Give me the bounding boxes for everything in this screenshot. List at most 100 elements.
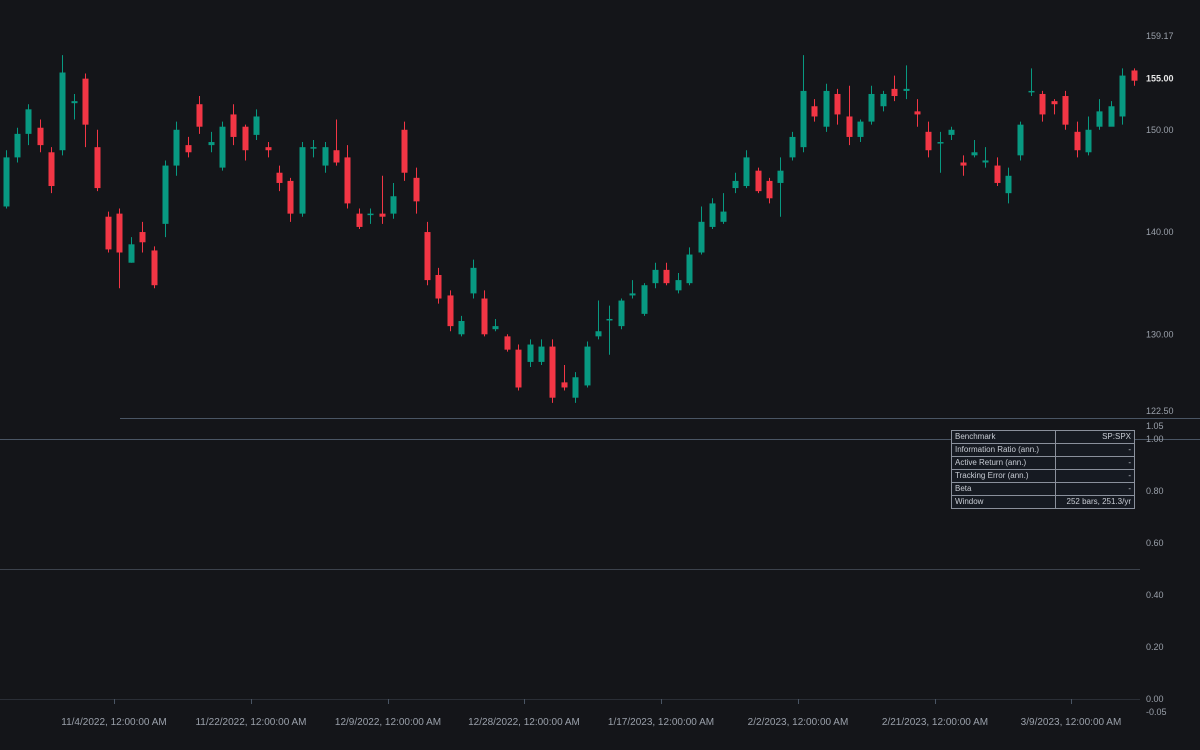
candle-body — [652, 269, 659, 284]
candle — [732, 172, 739, 194]
candle-body — [846, 116, 853, 137]
candle — [71, 93, 78, 120]
x-tick-label: 2/21/2023, 12:00:00 AM — [882, 717, 988, 728]
candle — [253, 109, 260, 141]
candle-body — [618, 300, 625, 327]
candle-body — [401, 129, 408, 173]
candle-body — [834, 93, 841, 115]
candle — [629, 280, 636, 299]
candle-body — [265, 147, 272, 151]
candle — [492, 318, 499, 332]
candle — [59, 55, 66, 156]
candle — [686, 247, 693, 286]
last-price-label: 155.00 — [1146, 74, 1174, 84]
candle — [287, 177, 294, 222]
candle-body — [25, 109, 32, 134]
candle-body — [470, 267, 477, 294]
candle-body — [299, 147, 306, 214]
candle-body — [800, 90, 807, 148]
candle-body — [14, 133, 21, 158]
candle-body — [960, 162, 967, 166]
candle-body — [128, 244, 135, 263]
candle-body — [219, 126, 226, 168]
candle — [1085, 116, 1092, 156]
price-tick-label: 140.00 — [1146, 227, 1174, 237]
stats-label: Benchmark — [951, 430, 1056, 444]
candle-body — [777, 170, 784, 183]
candle — [139, 221, 146, 253]
candle-body — [492, 326, 499, 330]
candle — [994, 157, 1001, 187]
candle — [1005, 167, 1012, 204]
candle-body — [629, 293, 636, 296]
price-tick-label: 150.00 — [1146, 125, 1174, 135]
candle — [1039, 90, 1046, 122]
candle — [242, 124, 249, 161]
candle — [105, 211, 112, 253]
candle — [1096, 99, 1103, 130]
candle — [37, 119, 44, 153]
stats-value: - — [1055, 456, 1135, 470]
candle-body — [891, 88, 898, 97]
candle-body — [139, 232, 146, 243]
candle — [128, 237, 135, 263]
candle — [48, 147, 55, 194]
candle-body — [857, 121, 864, 137]
candle-body — [447, 295, 454, 327]
candle — [344, 145, 351, 209]
candle — [1131, 68, 1138, 86]
candle-body — [82, 78, 89, 125]
candle-body — [1131, 70, 1138, 81]
candle-body — [914, 111, 921, 115]
candle-body — [527, 344, 534, 362]
candle-body — [1039, 93, 1046, 115]
lower-tick-label: -0.05 — [1146, 707, 1167, 717]
candle-body — [390, 196, 397, 214]
candle-body — [720, 211, 727, 222]
candle-body — [208, 142, 215, 146]
candle — [891, 75, 898, 102]
candle-body — [1085, 129, 1092, 153]
candle — [515, 344, 522, 391]
candle-body — [504, 336, 511, 350]
candle — [435, 267, 442, 304]
candle-body — [686, 254, 693, 284]
candle — [800, 55, 807, 153]
x-tick-label: 11/22/2022, 12:00:00 AM — [195, 717, 306, 728]
candle — [173, 121, 180, 176]
candle — [379, 175, 386, 224]
candle — [777, 157, 784, 217]
candle — [310, 140, 317, 158]
candle — [1051, 99, 1058, 115]
candle-body — [663, 269, 670, 284]
candle-body — [242, 126, 249, 151]
stats-row-beta: Beta - — [951, 482, 1135, 496]
candle — [3, 150, 10, 209]
candle-body — [971, 152, 978, 156]
candle — [504, 334, 511, 352]
lower-tick-label: 0.60 — [1146, 538, 1164, 548]
candle-body — [481, 298, 488, 335]
stats-label: Information Ratio (ann.) — [951, 443, 1056, 457]
candle — [811, 99, 818, 122]
candle — [652, 262, 659, 289]
candle-body — [823, 90, 830, 127]
candle — [755, 167, 762, 194]
candle — [1074, 121, 1081, 158]
candle — [663, 262, 670, 286]
candle — [584, 341, 591, 388]
candle — [276, 165, 283, 192]
candle-body — [982, 160, 989, 163]
candle — [25, 104, 32, 146]
lower-tick-label: 0.20 — [1146, 642, 1164, 652]
x-tick-label: 11/4/2022, 12:00:00 AM — [61, 717, 166, 728]
candle-body — [37, 127, 44, 146]
candle-body — [151, 250, 158, 286]
lower-tick-label: 1.05 — [1146, 421, 1164, 431]
candle — [823, 83, 830, 132]
candle-body — [162, 165, 169, 224]
candle — [356, 208, 363, 229]
candle — [94, 129, 101, 192]
candle-body — [333, 150, 340, 163]
candle-body — [185, 145, 192, 153]
